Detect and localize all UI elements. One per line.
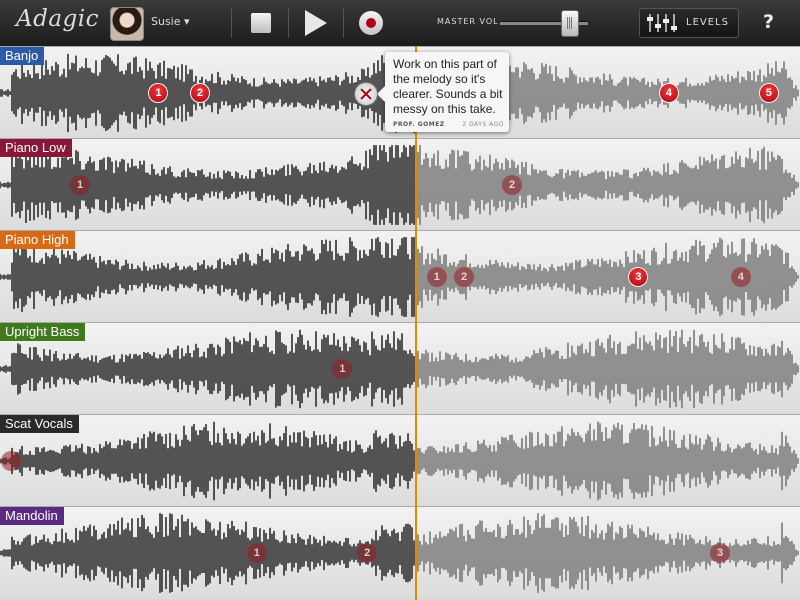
- waveform-unplayed: [415, 329, 799, 409]
- app-logo: Adagic: [16, 6, 100, 32]
- waveform-unplayed: [415, 513, 799, 593]
- stop-icon: [251, 13, 271, 33]
- track-upright-bass[interactable]: Upright Bass 1: [0, 322, 800, 415]
- comment-time: 2 DAYS AGO: [462, 121, 504, 128]
- comment-marker[interactable]: 2: [190, 83, 210, 103]
- comment-author: PROF. GOMEZ: [393, 121, 445, 128]
- comment-marker[interactable]: 2: [502, 175, 522, 195]
- comment-marker[interactable]: 1: [70, 175, 90, 195]
- comment-popup-arrow: [377, 86, 385, 102]
- comment-popup: Work on this part of the melody so it's …: [377, 52, 509, 132]
- waveform: [0, 145, 799, 225]
- user-menu[interactable]: Susie ▾: [151, 15, 190, 28]
- help-button[interactable]: ?: [763, 11, 774, 33]
- waveform-unplayed: [415, 421, 799, 501]
- track-label[interactable]: Upright Bass: [0, 323, 86, 341]
- waveform: [0, 421, 799, 501]
- toolbar-divider: [231, 8, 232, 38]
- track-label[interactable]: Banjo: [0, 47, 45, 65]
- comment-marker[interactable]: 1: [246, 543, 267, 563]
- comment-marker[interactable]: 1: [426, 267, 447, 287]
- waveform: [0, 513, 799, 593]
- close-comment-button[interactable]: [354, 82, 378, 106]
- track-label[interactable]: Scat Vocals: [0, 415, 79, 433]
- comment-marker[interactable]: 2: [454, 267, 474, 287]
- track-piano-low[interactable]: Piano Low 1 2: [0, 138, 800, 231]
- master-volume-label: MASTER VOL: [437, 17, 499, 26]
- comment-marker[interactable]: 4: [730, 267, 751, 287]
- waveform-played: [0, 145, 415, 225]
- track-scat-vocals[interactable]: Scat Vocals: [0, 414, 800, 507]
- track-piano-high[interactable]: Piano High 1 2 3 4: [0, 230, 800, 323]
- record-button[interactable]: [359, 11, 383, 35]
- comment-text: Work on this part of the melody so it's …: [393, 57, 503, 116]
- comment-marker[interactable]: 3: [710, 543, 730, 563]
- comment-marker[interactable]: 4: [658, 83, 679, 103]
- stop-button[interactable]: [251, 13, 271, 33]
- master-volume-slider-knob[interactable]: [560, 10, 579, 37]
- play-icon: [305, 10, 327, 36]
- play-button[interactable]: [305, 10, 329, 36]
- toolbar-divider: [288, 8, 289, 38]
- mixer-icon: [647, 14, 679, 32]
- track-label[interactable]: Piano High: [0, 231, 75, 249]
- top-toolbar: Adagic Susie ▾ MASTER VOL LEVELS ?: [0, 0, 800, 47]
- comment-marker[interactable]: 5: [758, 83, 779, 103]
- record-icon: [366, 18, 376, 28]
- track-label[interactable]: Piano Low: [0, 139, 72, 157]
- waveform-played: [0, 421, 415, 501]
- waveform: [0, 237, 799, 317]
- waveform-played: [0, 513, 415, 593]
- levels-label: LEVELS: [686, 17, 729, 28]
- waveform-played: [0, 237, 415, 317]
- track-label[interactable]: Mandolin: [0, 507, 64, 525]
- toolbar-divider: [343, 8, 344, 38]
- waveform-unplayed: [415, 145, 799, 225]
- waveform: [0, 329, 799, 409]
- track-mandolin[interactable]: Mandolin 1 2 3: [0, 506, 800, 599]
- user-avatar[interactable]: [110, 7, 144, 41]
- levels-button[interactable]: LEVELS: [639, 8, 739, 38]
